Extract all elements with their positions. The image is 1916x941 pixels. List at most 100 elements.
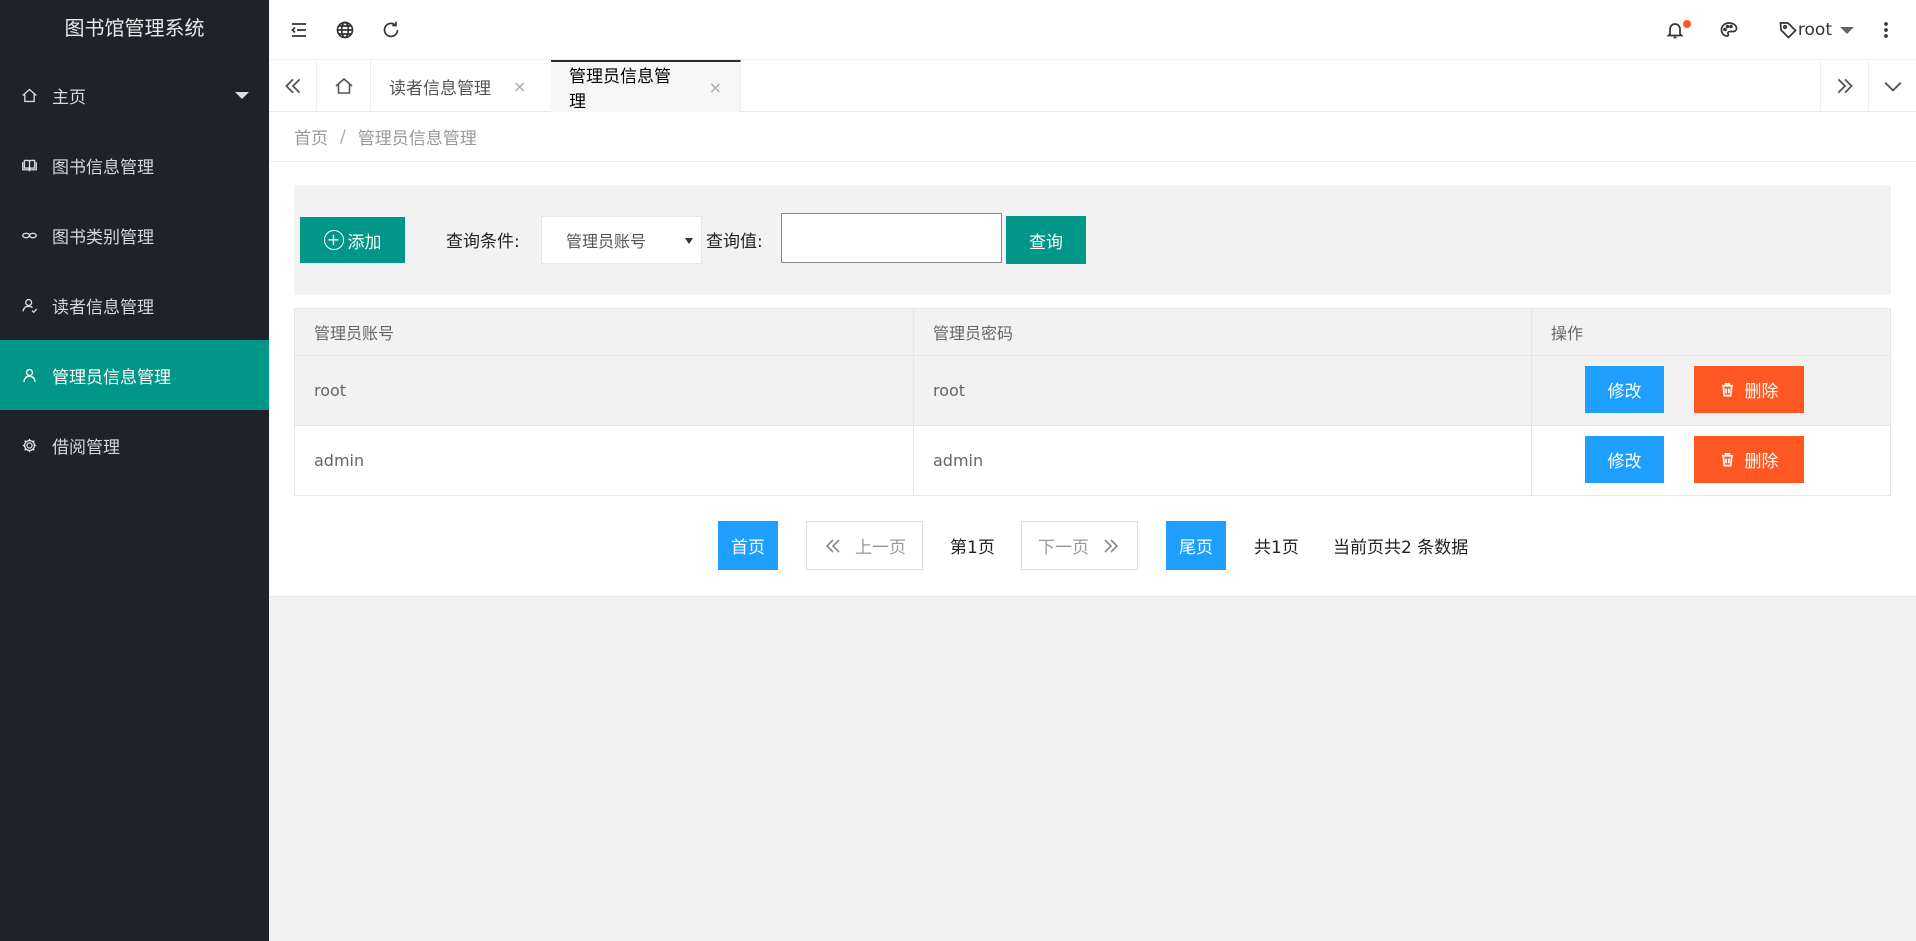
table-header-row: 管理员账号 管理员密码 操作: [294, 308, 1891, 356]
first-page-button[interactable]: 首页: [718, 521, 778, 570]
user-icon: [20, 366, 38, 384]
link-icon: [20, 226, 38, 244]
query-value-input[interactable]: [781, 213, 1002, 263]
tab-reader-info[interactable]: 读者信息管理 ×: [371, 60, 561, 112]
app-logo-title: 图书馆管理系统: [64, 16, 205, 40]
home-icon: [20, 86, 38, 104]
column-header-actions: 操作: [1531, 308, 1891, 356]
last-page-button[interactable]: 尾页: [1166, 521, 1226, 570]
prev-page-button[interactable]: 上一页: [806, 521, 923, 570]
breadcrumb-current: 管理员信息管理: [357, 129, 477, 149]
double-chevron-left-icon: [823, 536, 843, 556]
double-chevron-right-icon: [1834, 75, 1856, 97]
sidebar: 图书馆管理系统 主页 图书信息管理 图书类别管理 读者信息管理 管理员信息管理 …: [0, 0, 269, 941]
query-condition-value: 管理员账号: [566, 232, 647, 251]
current-page: 第1页: [950, 538, 995, 558]
top-header: root: [269, 0, 1916, 60]
sidebar-item-label: 读者信息管理: [52, 297, 154, 318]
sidebar-item-admin-info[interactable]: 管理员信息管理: [0, 340, 269, 410]
close-icon[interactable]: ×: [513, 77, 526, 96]
globe-icon: [335, 20, 355, 40]
sidebar-item-label: 借阅管理: [52, 437, 120, 458]
column-header-password: 管理员密码: [913, 308, 1532, 356]
sidebar-item-borrow[interactable]: 借阅管理: [0, 410, 269, 480]
book-icon: [20, 156, 38, 174]
more-vertical-icon: [1876, 20, 1896, 40]
sidebar-item-label: 主页: [52, 87, 86, 108]
sidebar-item-label: 图书类别管理: [52, 227, 154, 248]
table-row: admin admin 修改 删除: [294, 425, 1891, 496]
cell-actions: 修改 删除: [1531, 355, 1891, 426]
cell-password: admin: [913, 425, 1532, 496]
query-button[interactable]: 查询: [1006, 216, 1086, 264]
tabs-scroll-right-button[interactable]: [1820, 60, 1868, 112]
sidebar-item-reader-info[interactable]: 读者信息管理: [0, 270, 269, 340]
tabs-menu-button[interactable]: [1868, 60, 1916, 112]
page-summary: 当前页共2 条数据: [1333, 538, 1469, 558]
cell-account: root: [294, 355, 914, 426]
caret-down-icon: [685, 238, 693, 244]
sidebar-item-book-info[interactable]: 图书信息管理: [0, 130, 269, 200]
main-content: + 添加 查询条件: 管理员账号 查询值: 查询 管理员账号 管理员密码 操作 …: [269, 162, 1916, 597]
gear-icon: [20, 436, 38, 454]
next-page-label: 下一页: [1038, 538, 1089, 558]
admin-table: 管理员账号 管理员密码 操作 root root 修改 删除 admin adm…: [294, 308, 1891, 496]
tag-icon: [1778, 20, 1798, 40]
tab-bar: 读者信息管理 × 管理员信息管理 ×: [269, 60, 1916, 112]
edit-button[interactable]: 修改: [1585, 436, 1664, 483]
column-header-account: 管理员账号: [294, 308, 914, 356]
cell-actions: 修改 删除: [1531, 425, 1891, 496]
query-value-label: 查询值:: [706, 232, 763, 252]
double-chevron-right-icon: [1101, 536, 1121, 556]
refresh-button[interactable]: [369, 0, 413, 60]
chevron-down-icon: [1840, 26, 1854, 34]
trash-icon: [1720, 382, 1745, 397]
indent-icon: [289, 20, 309, 40]
user-menu[interactable]: root: [1798, 0, 1854, 60]
delete-label: 删除: [1744, 382, 1779, 402]
tab-label: 读者信息管理: [389, 78, 491, 99]
breadcrumb-separator: /: [340, 126, 346, 147]
refresh-icon: [381, 20, 401, 40]
palette-icon: [1719, 20, 1739, 40]
delete-button[interactable]: 删除: [1694, 366, 1804, 413]
chevron-down-icon: [235, 92, 249, 99]
breadcrumb-home[interactable]: 首页: [294, 124, 328, 149]
add-circle-icon: +: [323, 230, 344, 250]
edit-button[interactable]: 修改: [1585, 366, 1664, 413]
sidebar-item-book-category[interactable]: 图书类别管理: [0, 200, 269, 270]
user-name: root: [1797, 20, 1832, 40]
tab-home[interactable]: [317, 60, 371, 112]
home-icon: [334, 76, 354, 96]
sidebar-item-label: 管理员信息管理: [52, 367, 171, 388]
trash-icon: [1720, 452, 1745, 467]
next-page-button[interactable]: 下一页: [1021, 521, 1138, 570]
more-button[interactable]: [1864, 0, 1908, 60]
theme-button[interactable]: [1707, 0, 1751, 60]
cell-account: admin: [294, 425, 914, 496]
prev-page-label: 上一页: [855, 538, 906, 558]
delete-label: 删除: [1744, 452, 1779, 472]
cell-password: root: [913, 355, 1532, 426]
tab-label: 管理员信息管理: [569, 67, 671, 112]
reader-icon: [20, 296, 38, 314]
tabs-scroll-left-button[interactable]: [269, 60, 317, 112]
query-condition-label: 查询条件:: [446, 232, 520, 252]
close-icon[interactable]: ×: [709, 78, 722, 97]
menu-toggle-button[interactable]: [277, 0, 321, 60]
notification-button[interactable]: [1653, 0, 1697, 60]
notification-dot: [1683, 20, 1691, 28]
add-button[interactable]: + 添加: [300, 217, 405, 263]
website-button[interactable]: [323, 0, 367, 60]
breadcrumb: 首页 / 管理员信息管理: [269, 112, 1916, 162]
total-pages: 共1页: [1254, 538, 1299, 558]
add-label: 添加: [347, 232, 382, 253]
double-chevron-left-icon: [282, 75, 304, 97]
tab-admin-info[interactable]: 管理员信息管理 ×: [551, 60, 741, 112]
delete-button[interactable]: 删除: [1694, 436, 1804, 483]
sidebar-item-label: 图书信息管理: [52, 157, 154, 178]
query-condition-select[interactable]: 管理员账号: [541, 216, 702, 264]
sidebar-item-home[interactable]: 主页: [0, 60, 269, 130]
table-row: root root 修改 删除: [294, 355, 1891, 426]
search-toolbar: + 添加 查询条件: 管理员账号 查询值: 查询: [294, 185, 1891, 295]
